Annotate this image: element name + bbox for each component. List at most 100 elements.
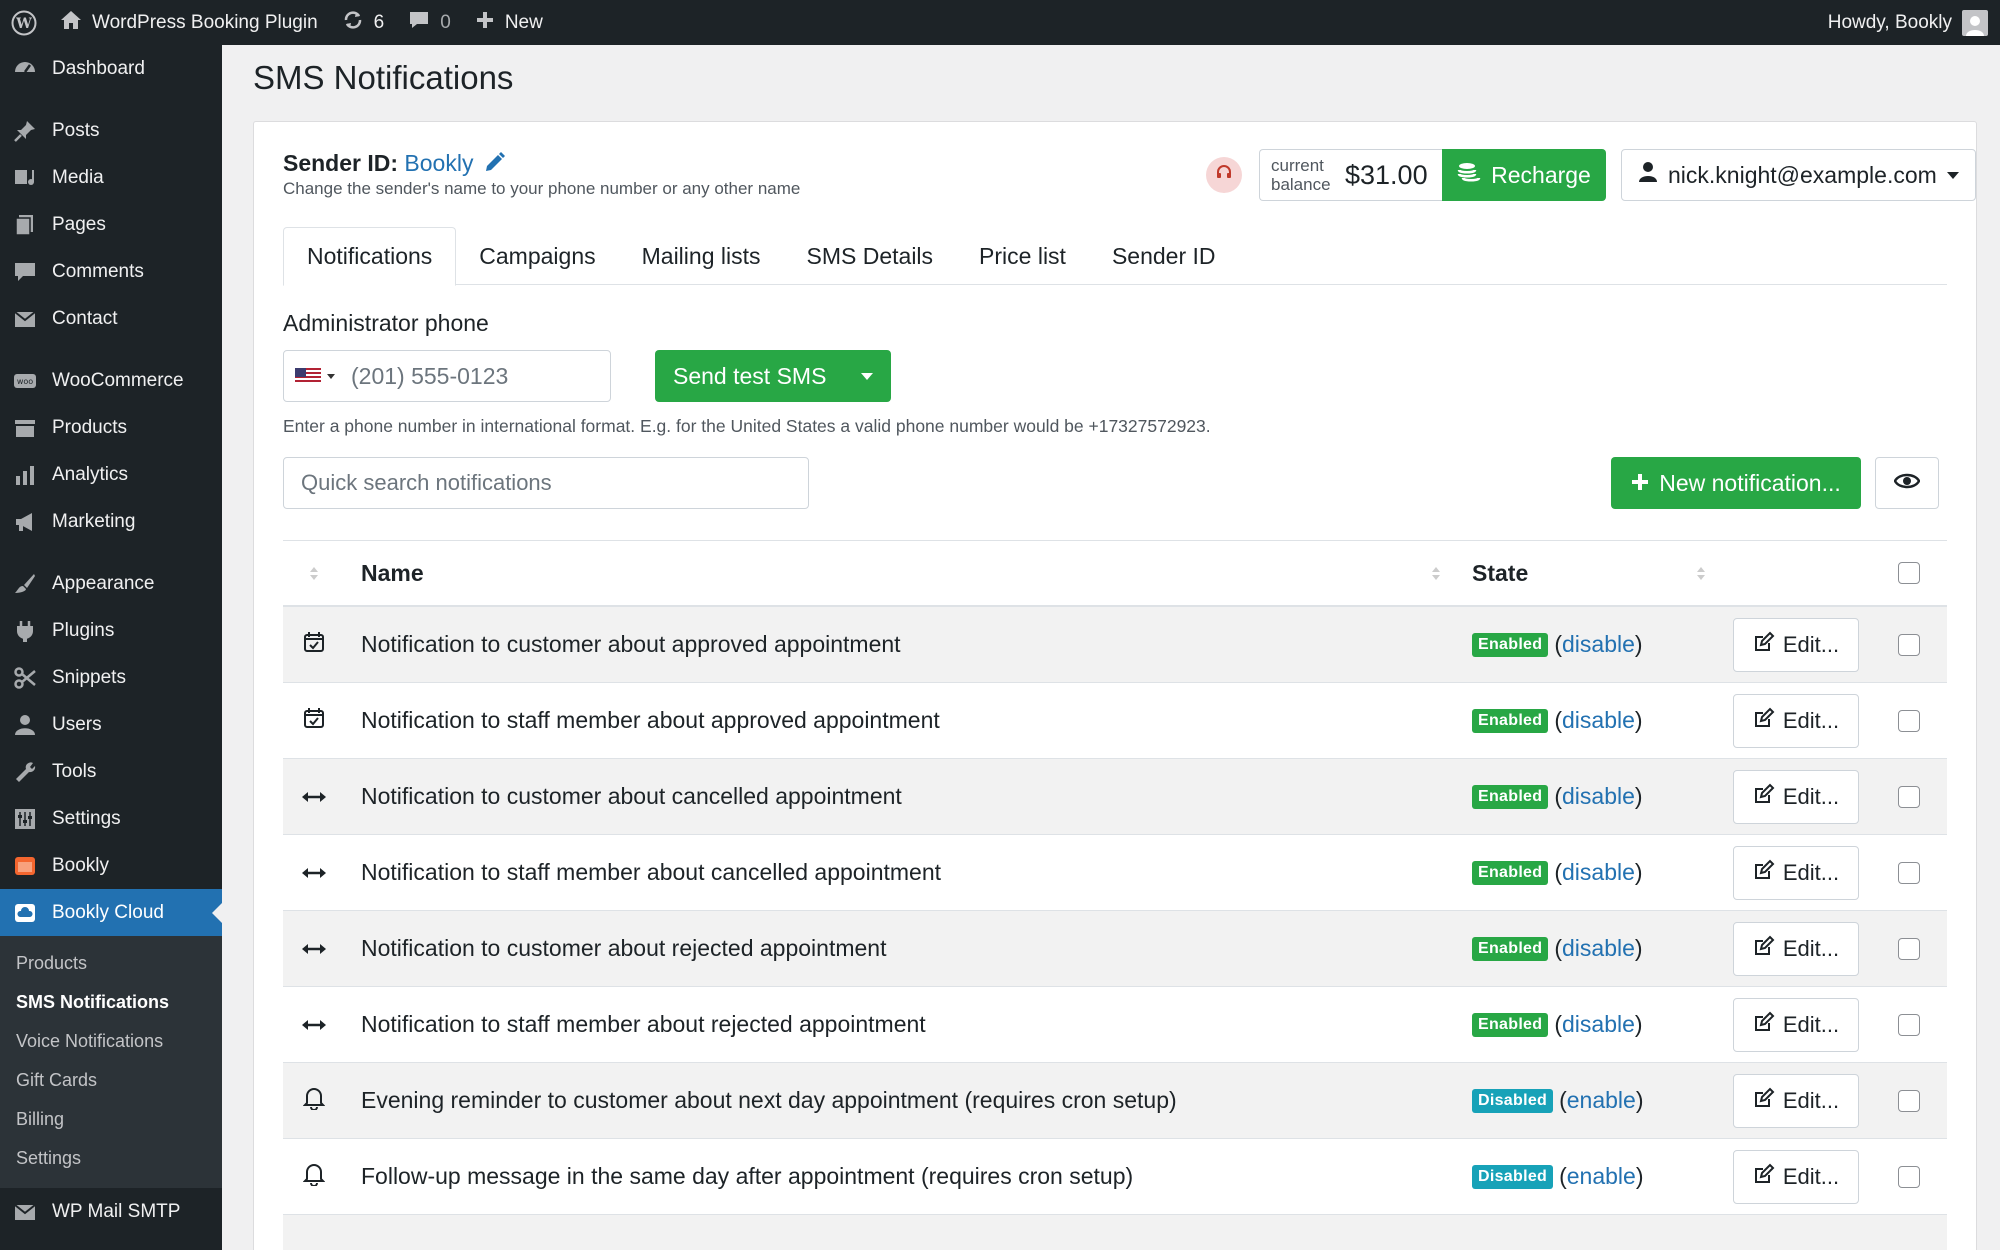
site-name-link[interactable]: WordPress Booking Plugin xyxy=(48,0,330,45)
edit-icon xyxy=(1753,935,1775,963)
column-visibility-button[interactable] xyxy=(1875,457,1939,509)
account-dropdown[interactable]: nick.knight@example.com xyxy=(1621,149,1976,201)
notification-name: Notification to staff member about rejec… xyxy=(361,1011,926,1037)
sidebar-item-pages[interactable]: Pages xyxy=(0,201,222,248)
edit-icon xyxy=(1753,1087,1775,1115)
sender-id-link[interactable]: Bookly xyxy=(404,150,473,176)
tab-notifications[interactable]: Notifications xyxy=(283,227,457,286)
send-test-sms-button[interactable]: Send test SMS xyxy=(655,350,891,402)
mail-icon xyxy=(12,306,38,332)
name-column-header[interactable]: Name xyxy=(345,560,1456,587)
tab-campaigns[interactable]: Campaigns xyxy=(456,227,618,285)
mail-icon xyxy=(12,1199,38,1225)
sidebar-item-products[interactable]: Products xyxy=(0,404,222,451)
sidebar-item-wp-mail-smtp[interactable]: WP Mail SMTP xyxy=(0,1188,222,1235)
sidebar-item-plugins[interactable]: Plugins xyxy=(0,607,222,654)
tab-price-list[interactable]: Price list xyxy=(956,227,1089,285)
submenu-item-voice-notifications[interactable]: Voice Notifications xyxy=(0,1022,222,1061)
edit-button[interactable]: Edit... xyxy=(1733,1149,1859,1204)
row-checkbox[interactable] xyxy=(1898,633,1920,656)
toggle-state-link[interactable]: disable xyxy=(1562,707,1635,733)
sidebar-item-contact[interactable]: Contact xyxy=(0,295,222,342)
sidebar-item-settings[interactable]: Settings xyxy=(0,795,222,842)
sidebar-item-media[interactable]: Media xyxy=(0,154,222,201)
comments-count: 0 xyxy=(440,11,451,33)
new-label: New xyxy=(504,11,543,33)
row-checkbox[interactable] xyxy=(1898,937,1920,960)
row-checkbox[interactable] xyxy=(1898,709,1920,732)
edit-button[interactable]: Edit... xyxy=(1733,921,1859,976)
sidebar-item-dashboard[interactable]: Dashboard xyxy=(0,45,222,92)
sort-arrows-icon xyxy=(310,566,318,580)
send-test-dropdown-toggle[interactable] xyxy=(843,350,891,402)
my-account-link[interactable]: Howdy, Bookly xyxy=(1816,0,2000,45)
notification-name: Notification to customer about approved … xyxy=(361,631,901,657)
state-column-header[interactable]: State xyxy=(1456,560,1721,587)
sidebar-item-tools[interactable]: Tools xyxy=(0,748,222,795)
row-checkbox[interactable] xyxy=(1898,1013,1920,1036)
wordpress-logo-icon[interactable]: W xyxy=(0,0,48,45)
sidebar-item-bookly[interactable]: Bookly xyxy=(0,842,222,889)
table-row: Follow-up message in the same day after … xyxy=(283,1139,1947,1215)
sort-icon-column[interactable] xyxy=(283,566,345,580)
us-flag-icon[interactable] xyxy=(295,368,321,384)
sidebar-item-label: Contact xyxy=(52,307,118,329)
edit-button[interactable]: Edit... xyxy=(1733,769,1859,824)
toggle-state-link[interactable]: disable xyxy=(1562,631,1635,657)
toggle-state-link[interactable]: disable xyxy=(1562,859,1635,885)
submenu-item-settings[interactable]: Settings xyxy=(0,1139,222,1178)
bookly-cloud-submenu: Products SMS Notifications Voice Notificat… xyxy=(0,936,222,1188)
edit-button[interactable]: Edit... xyxy=(1733,845,1859,900)
admin-phone-label: Administrator phone xyxy=(283,310,489,336)
edit-button[interactable]: Edit... xyxy=(1733,617,1859,672)
sidebar-item-woocommerce[interactable]: woo WooCommerce xyxy=(0,357,222,404)
sidebar-item-label: Plugins xyxy=(52,619,115,641)
edit-button[interactable]: Edit... xyxy=(1733,1073,1859,1128)
chevron-down-icon xyxy=(861,372,873,380)
quick-search-input[interactable] xyxy=(283,457,809,509)
pencil-icon[interactable] xyxy=(484,151,506,179)
updates-link[interactable]: 6 xyxy=(330,0,397,45)
sidebar-item-appearance[interactable]: Appearance xyxy=(0,560,222,607)
toggle-state-link[interactable]: disable xyxy=(1562,783,1635,809)
toggle-state-link[interactable]: enable xyxy=(1567,1163,1636,1189)
sidebar-item-marketing[interactable]: Marketing xyxy=(0,498,222,545)
sidebar-item-label: Settings xyxy=(52,807,121,829)
submenu-item-billing[interactable]: Billing xyxy=(0,1100,222,1139)
admin-phone-input[interactable]: (201) 555-0123 xyxy=(283,350,611,402)
select-all-checkbox[interactable] xyxy=(1898,562,1920,584)
comments-link[interactable]: 0 xyxy=(396,0,463,45)
tab-sender-id[interactable]: Sender ID xyxy=(1089,227,1239,285)
toggle-state-link[interactable]: disable xyxy=(1562,935,1635,961)
row-checkbox[interactable] xyxy=(1898,861,1920,884)
sidebar-item-posts[interactable]: Posts xyxy=(0,107,222,154)
edit-icon xyxy=(1753,631,1775,659)
notification-name: Notification to customer about cancelled… xyxy=(361,783,902,809)
toggle-state-link[interactable]: enable xyxy=(1567,1087,1636,1113)
edit-button[interactable]: Edit... xyxy=(1733,693,1859,748)
submenu-item-products[interactable]: Products xyxy=(0,944,222,983)
support-button[interactable] xyxy=(1206,157,1242,193)
arrows-h-icon xyxy=(301,783,327,810)
sidebar-item-snippets[interactable]: Snippets xyxy=(0,654,222,701)
row-checkbox[interactable] xyxy=(1898,1089,1920,1112)
sidebar-item-comments[interactable]: Comments xyxy=(0,248,222,295)
submenu-item-sms-notifications[interactable]: SMS Notifications xyxy=(0,983,222,1022)
new-content-link[interactable]: New xyxy=(463,0,555,45)
tab-sms-details[interactable]: SMS Details xyxy=(784,227,957,285)
sidebar-item-analytics[interactable]: Analytics xyxy=(0,451,222,498)
edit-label: Edit... xyxy=(1782,1163,1840,1189)
sidebar-item-users[interactable]: Users xyxy=(0,701,222,748)
tab-mailing-lists[interactable]: Mailing lists xyxy=(619,227,784,285)
edit-button[interactable]: Edit... xyxy=(1733,997,1859,1052)
row-checkbox[interactable] xyxy=(1898,1165,1920,1188)
arrows-h-icon xyxy=(301,1011,327,1038)
toggle-state-link[interactable]: disable xyxy=(1562,1011,1635,1037)
row-checkbox[interactable] xyxy=(1898,785,1920,808)
new-notification-button[interactable]: New notification... xyxy=(1611,457,1861,509)
recharge-button[interactable]: Recharge xyxy=(1442,149,1606,201)
user-icon xyxy=(12,712,38,738)
submenu-item-gift-cards[interactable]: Gift Cards xyxy=(0,1061,222,1100)
sidebar-item-bookly-cloud[interactable]: Bookly Cloud xyxy=(0,889,222,936)
edit-icon xyxy=(1753,707,1775,735)
